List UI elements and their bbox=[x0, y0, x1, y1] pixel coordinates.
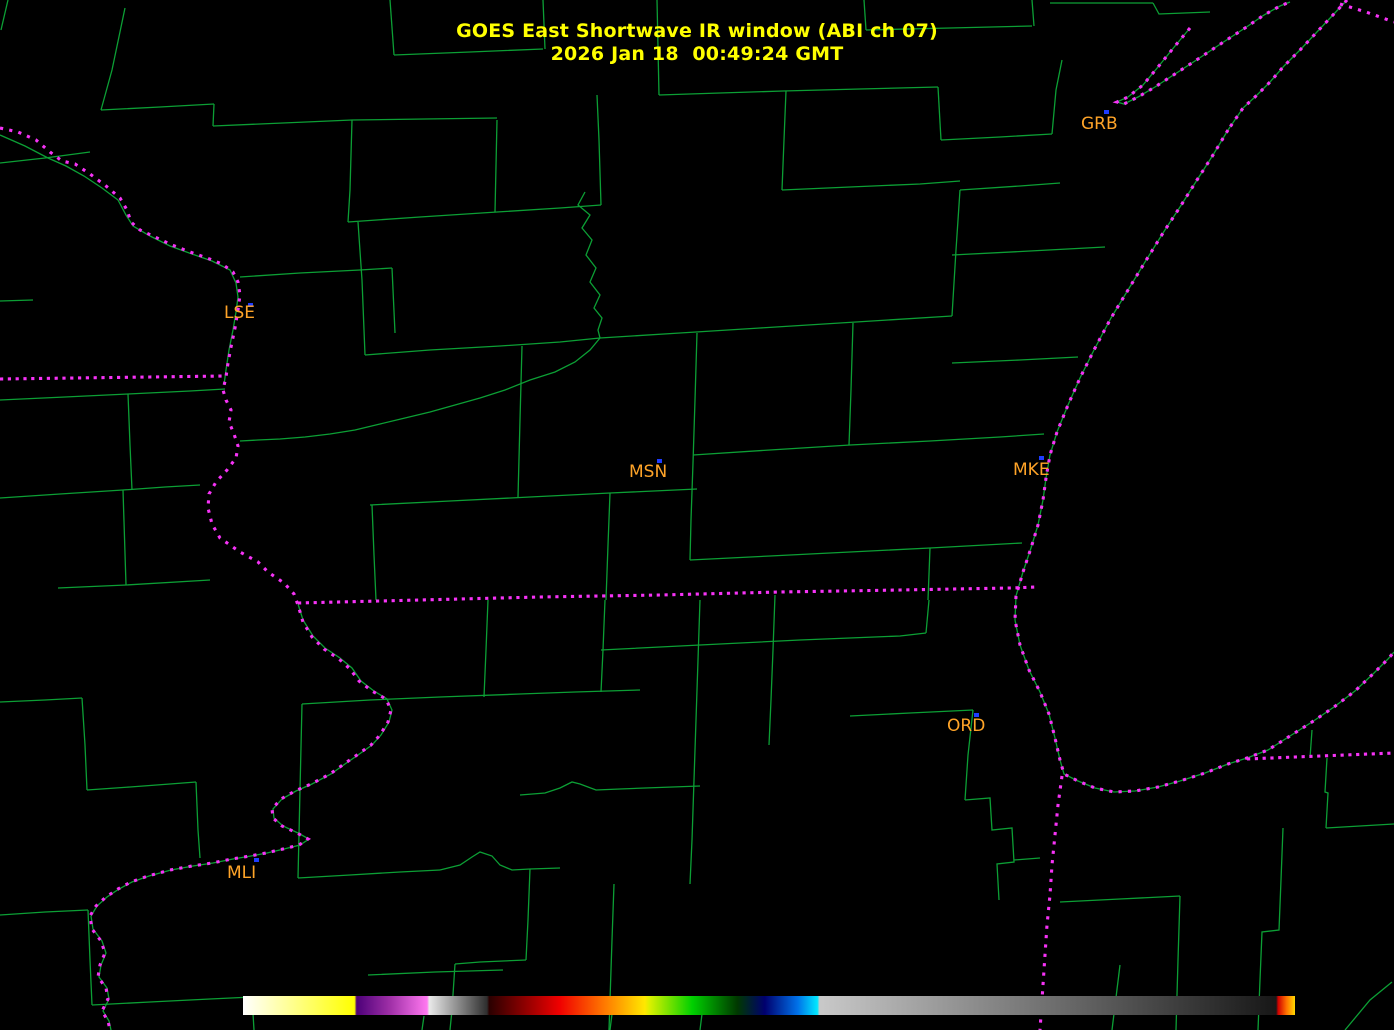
station-label-msn: MSN bbox=[629, 463, 667, 481]
product-title-block: GOES East Shortwave IR window (ABI ch 07… bbox=[0, 20, 1394, 66]
satellite-map bbox=[0, 0, 1394, 1030]
county-lines-layer bbox=[0, 0, 1394, 1030]
enhancement-colorbar bbox=[243, 996, 1295, 1015]
lake-michigan-border bbox=[1015, 130, 1394, 792]
station-label-ord: ORD bbox=[947, 717, 985, 735]
station-label-mli: MLI bbox=[227, 864, 256, 882]
lake-michigan-shoreline bbox=[1015, 130, 1394, 792]
minnesota-iowa-border bbox=[0, 376, 225, 379]
station-dot-mli bbox=[254, 858, 259, 862]
product-timestamp: 2026 Jan 18 00:49:24 GMT bbox=[0, 43, 1394, 66]
indiana-michigan-border bbox=[1247, 753, 1394, 759]
shoreline-layer bbox=[91, 0, 1394, 1030]
station-label-grb: GRB bbox=[1081, 115, 1118, 133]
station-label-lse: LSE bbox=[224, 304, 255, 322]
illinois-indiana-border bbox=[1040, 776, 1062, 1030]
state-borders-layer bbox=[0, 0, 1394, 1030]
station-label-mke: MKE bbox=[1013, 461, 1050, 479]
product-title: GOES East Shortwave IR window (ABI ch 07… bbox=[0, 20, 1394, 43]
wisconsin-illinois-border bbox=[298, 587, 1037, 603]
mississippi-river-border bbox=[0, 128, 391, 1030]
satellite-viewer: GOES East Shortwave IR window (ABI ch 07… bbox=[0, 0, 1394, 1030]
